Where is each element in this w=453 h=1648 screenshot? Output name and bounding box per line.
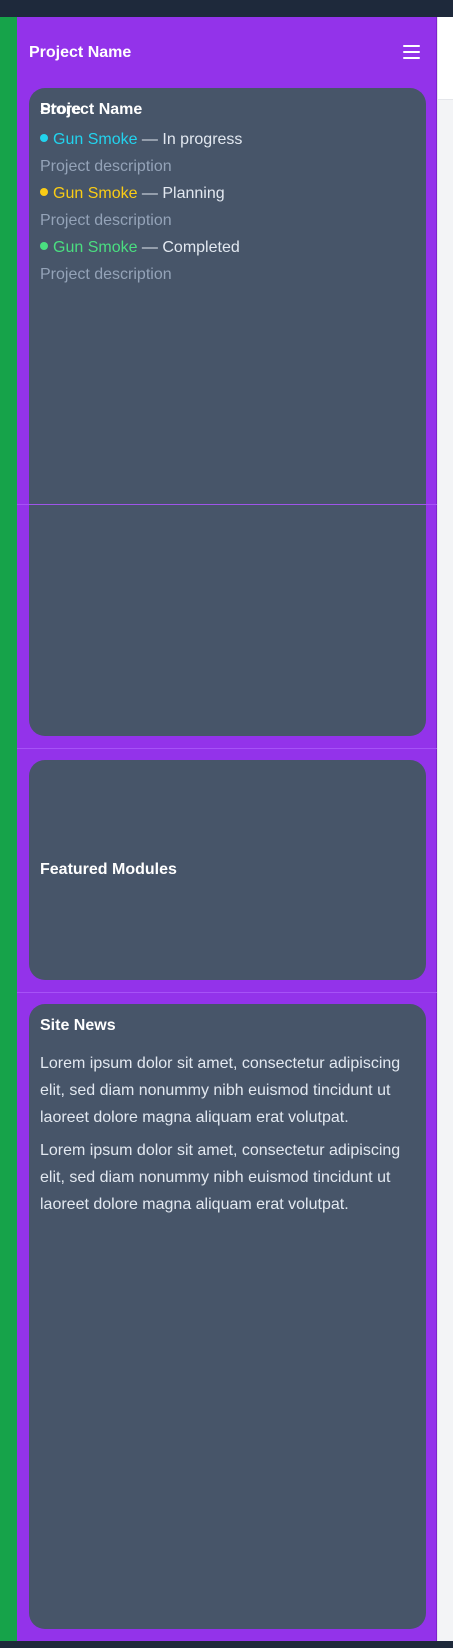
project-item: Gun Smoke — In progress Project descript… <box>40 126 410 180</box>
status-dot-icon <box>40 242 48 250</box>
main-content-edge <box>437 17 453 1641</box>
project-item: Gun Smoke — Completed Project descriptio… <box>40 234 410 288</box>
project-description: Project description <box>40 212 172 229</box>
project-description: Project description <box>40 266 172 283</box>
news-paragraph: Lorem ipsum dolor sit amet, consectetur … <box>40 1142 401 1213</box>
bottom-bar <box>0 1641 453 1648</box>
main-header-edge <box>438 17 453 100</box>
hamburger-bar <box>403 57 420 59</box>
top-bar <box>0 0 453 17</box>
hamburger-bar <box>403 45 420 47</box>
project-item: Gun Smoke — Planning Project description <box>40 180 410 234</box>
project-description: Project description <box>40 158 172 175</box>
brand-title[interactable]: Project Name <box>29 43 131 63</box>
sidebar-header: Project Name <box>17 17 437 88</box>
site-news-title: Site News <box>40 1017 116 1034</box>
site-news-card: Site News Lorem ipsum dolor sit amet, co… <box>29 1004 426 1629</box>
left-accent-rail <box>0 17 17 1641</box>
hamburger-icon[interactable] <box>401 41 423 63</box>
section-divider <box>17 748 437 749</box>
status-dot-icon <box>40 188 48 196</box>
project-line: Gun Smoke — Planning <box>40 180 410 207</box>
store-title: Store <box>40 101 81 118</box>
section-divider <box>17 504 437 505</box>
project-link[interactable]: Gun Smoke <box>53 239 137 256</box>
project-link[interactable]: Gun Smoke <box>53 131 137 148</box>
project-list: Gun Smoke — In progress Project descript… <box>40 126 410 288</box>
section-divider <box>17 992 437 993</box>
featured-modules-title: Featured Modules <box>40 861 177 878</box>
status-separator: — <box>137 185 163 202</box>
project-line: Gun Smoke — Completed <box>40 234 410 261</box>
project-status: Planning <box>162 185 225 202</box>
status-separator: — <box>137 239 163 256</box>
sidebar: Project Name Project Name Gun Smoke — In… <box>17 17 437 1641</box>
project-status: In progress <box>162 131 243 148</box>
news-paragraph: Lorem ipsum dolor sit amet, consectetur … <box>40 1055 401 1126</box>
status-dot-icon <box>40 134 48 142</box>
status-separator: — <box>137 131 163 148</box>
site-news-body: Lorem ipsum dolor sit amet, consectetur … <box>40 1050 420 1224</box>
hamburger-bar <box>403 51 420 53</box>
project-link[interactable]: Gun Smoke <box>53 185 137 202</box>
project-status: Completed <box>162 239 240 256</box>
projects-card: Project Name Gun Smoke — In progress Pro… <box>29 88 426 736</box>
project-line: Gun Smoke — In progress <box>40 126 410 153</box>
featured-modules-card: Featured Modules <box>29 760 426 980</box>
